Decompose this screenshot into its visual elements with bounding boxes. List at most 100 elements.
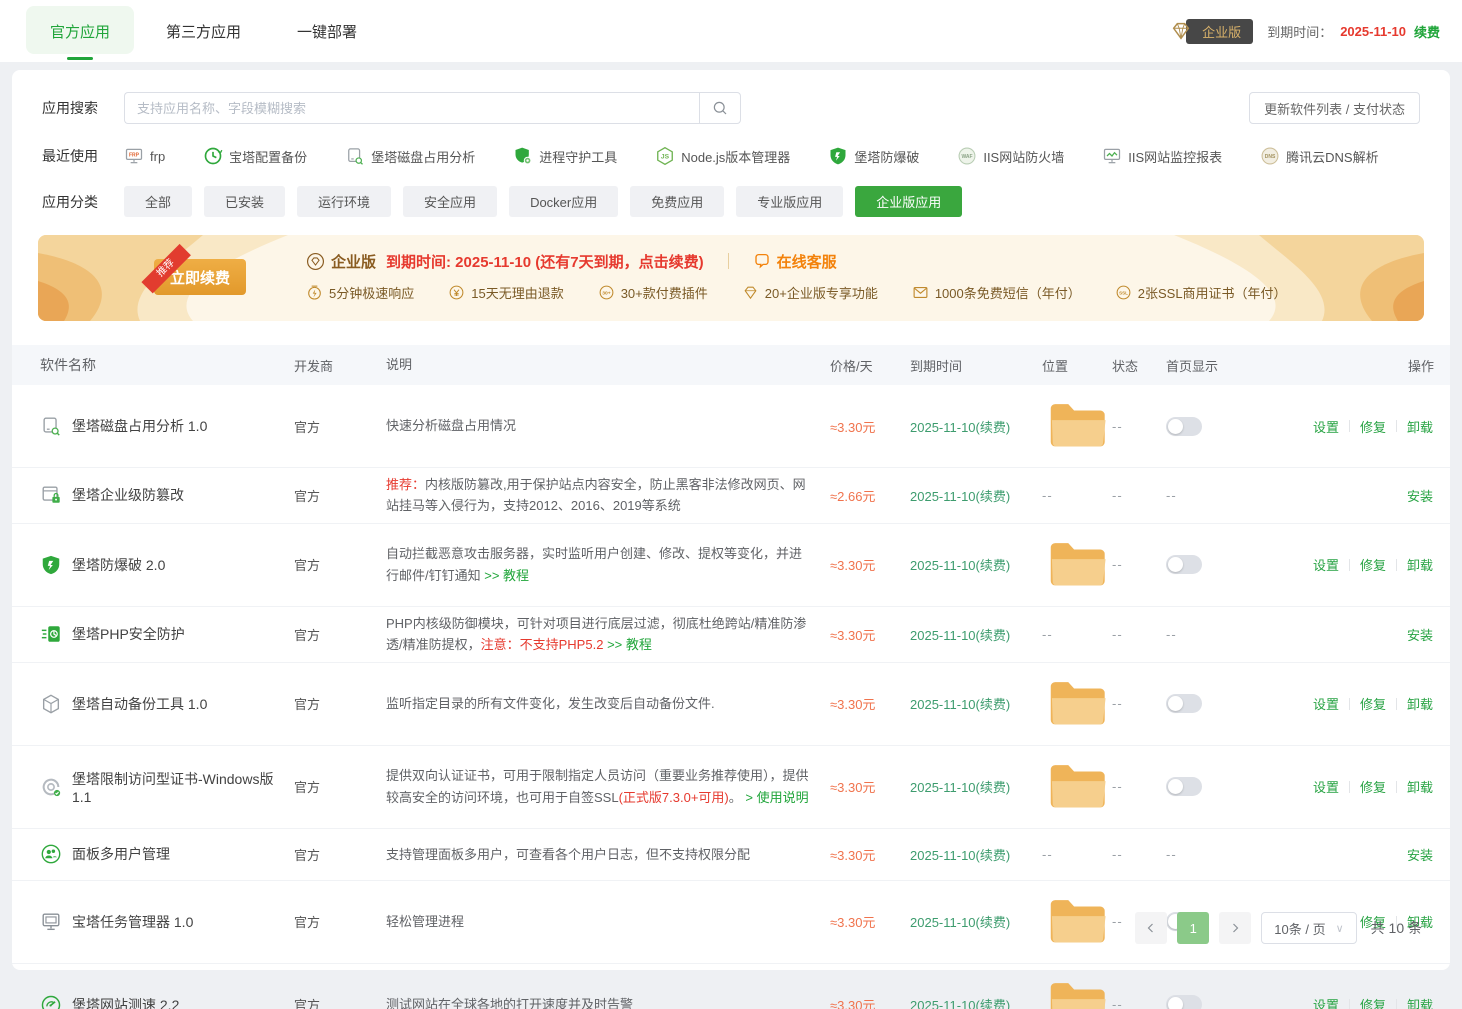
expiry-renew-link[interactable]: 2025-11-10(续费) xyxy=(910,848,1010,863)
tab-official-apps[interactable]: 官方应用 xyxy=(22,0,138,62)
app-name: 堡塔自动备份工具 1.0 xyxy=(72,694,207,714)
location-cell xyxy=(1042,669,1112,739)
install-link[interactable]: 安装 xyxy=(1406,486,1434,505)
description: 轻松管理进程 xyxy=(386,911,830,932)
recent-app-item[interactable]: WAFIIS网站防火墙 xyxy=(957,146,1064,166)
home-display-toggle[interactable] xyxy=(1166,694,1202,713)
shield-icon xyxy=(828,146,848,166)
table-row: 堡塔限制访问型证书-Windows版 1.1 官方 提供双向认证证书，可用于限制… xyxy=(12,746,1450,829)
home-display-toggle[interactable] xyxy=(1166,555,1202,574)
developer: 官方 xyxy=(294,694,386,713)
chevron-right-icon xyxy=(1229,922,1241,934)
settings-link[interactable]: 设置 xyxy=(1312,995,1340,1009)
folder-icon[interactable] xyxy=(1042,970,1112,1009)
settings-link[interactable]: 设置 xyxy=(1312,417,1340,436)
update-software-list-button[interactable]: 更新软件列表 / 支付状态 xyxy=(1249,92,1420,124)
repair-link[interactable]: 修复 xyxy=(1359,694,1387,713)
price-per-day: ≈3.30元 xyxy=(830,845,910,864)
settings-link[interactable]: 设置 xyxy=(1312,555,1340,574)
column-header: 软件名称 xyxy=(40,355,294,375)
expiry-renew-link[interactable]: 2025-11-10(续费) xyxy=(910,420,1010,435)
prev-page-button[interactable] xyxy=(1135,912,1167,944)
uninstall-link[interactable]: 卸载 xyxy=(1406,995,1434,1009)
home-display-toggle[interactable] xyxy=(1166,777,1202,796)
expiry-renew-link[interactable]: 2025-11-10(续费) xyxy=(910,998,1010,1009)
doc-link[interactable]: >> 教程 xyxy=(607,637,652,652)
doc-link[interactable]: > 使用说明 xyxy=(745,790,808,805)
home-display-toggle[interactable] xyxy=(1166,417,1202,436)
recent-app-item[interactable]: FRPfrp xyxy=(124,146,165,166)
category-label: 应用分类 xyxy=(42,192,124,212)
doc-link[interactable]: >> 教程 xyxy=(484,568,529,583)
banner-expire-text[interactable]: 到期时间: 2025-11-10 (还有7天到期，点击续费) xyxy=(386,251,704,272)
category-chip[interactable]: 全部 xyxy=(124,186,192,217)
diamond-circle-icon xyxy=(306,252,325,271)
plugins-icon: 30+ xyxy=(598,284,615,301)
column-header: 首页显示 xyxy=(1166,356,1306,375)
repair-link[interactable]: 修复 xyxy=(1359,777,1387,796)
developer: 官方 xyxy=(294,486,386,505)
home-display-toggle[interactable] xyxy=(1166,995,1202,1009)
location-cell xyxy=(1042,530,1112,600)
recent-app-item[interactable]: DNS腾讯云DNS解析 xyxy=(1260,146,1378,166)
recent-app-item[interactable]: IIS网站监控报表 xyxy=(1102,146,1222,166)
expiry-renew-link[interactable]: 2025-11-10(续费) xyxy=(910,489,1010,504)
users-icon xyxy=(40,843,62,865)
search-button[interactable] xyxy=(699,92,741,124)
folder-icon[interactable] xyxy=(1042,669,1112,739)
expiry-renew-link[interactable]: 2025-11-10(续费) xyxy=(910,915,1010,930)
actions-cell: 安装 xyxy=(1306,625,1434,644)
recent-app-item[interactable]: 宝塔配置备份 xyxy=(203,146,307,166)
task-manager-icon xyxy=(40,911,62,933)
tab-third-party-apps[interactable]: 第三方应用 xyxy=(138,0,269,62)
desc-text: 。 xyxy=(729,790,746,805)
next-page-button[interactable] xyxy=(1219,912,1251,944)
recent-app-item[interactable]: 堡塔磁盘占用分析 xyxy=(345,146,475,166)
settings-link[interactable]: 设置 xyxy=(1312,694,1340,713)
install-link[interactable]: 安装 xyxy=(1406,845,1434,864)
page-size-select[interactable]: 10条 / 页 ∨ xyxy=(1261,912,1356,944)
status-cell: -- xyxy=(1112,997,1166,1009)
recent-app-item[interactable]: JSNode.js版本管理器 xyxy=(655,146,790,166)
search-input[interactable] xyxy=(124,92,699,124)
uninstall-link[interactable]: 卸载 xyxy=(1406,417,1434,436)
folder-icon[interactable] xyxy=(1042,530,1112,600)
folder-icon[interactable] xyxy=(1042,887,1112,957)
repair-link[interactable]: 修复 xyxy=(1359,417,1387,436)
price-per-day: ≈3.30元 xyxy=(830,912,910,931)
diamond-outline-icon xyxy=(742,284,759,301)
app-store-panel: 应用搜索 更新软件列表 / 支付状态 最近使用 FRPfrp 宝塔配置备份 堡塔… xyxy=(12,70,1450,970)
online-support-link[interactable]: 在线客服 xyxy=(753,251,837,272)
category-chip[interactable]: 企业版应用 xyxy=(855,186,962,217)
category-chip[interactable]: 免费应用 xyxy=(630,186,724,217)
uninstall-link[interactable]: 卸载 xyxy=(1406,777,1434,796)
price-per-day: ≈3.30元 xyxy=(830,417,910,436)
actions-cell: 安装 xyxy=(1306,486,1434,505)
uninstall-link[interactable]: 卸载 xyxy=(1406,694,1434,713)
recent-app-item[interactable]: 进程守护工具 xyxy=(513,146,617,166)
category-chip[interactable]: Docker应用 xyxy=(509,186,618,217)
repair-link[interactable]: 修复 xyxy=(1359,555,1387,574)
category-chip[interactable]: 已安装 xyxy=(204,186,285,217)
repair-link[interactable]: 修复 xyxy=(1359,995,1387,1009)
column-header: 状态 xyxy=(1112,356,1166,375)
page-number-button[interactable]: 1 xyxy=(1177,912,1209,944)
settings-link[interactable]: 设置 xyxy=(1312,777,1340,796)
expiry-renew-link[interactable]: 2025-11-10(续费) xyxy=(910,697,1010,712)
category-chip[interactable]: 安全应用 xyxy=(403,186,497,217)
renew-link[interactable]: 续费 xyxy=(1414,22,1440,41)
svg-text:WAF: WAF xyxy=(962,154,973,160)
description: PHP内核级防御模块，可针对项目进行底层过滤，彻底杜绝跨站/精准防渗透/精准防提… xyxy=(386,613,830,656)
folder-icon[interactable] xyxy=(1042,391,1112,461)
install-link[interactable]: 安装 xyxy=(1406,625,1434,644)
expiry-renew-link[interactable]: 2025-11-10(续费) xyxy=(910,628,1010,643)
category-chip[interactable]: 运行环境 xyxy=(297,186,391,217)
category-chip[interactable]: 专业版应用 xyxy=(736,186,843,217)
expiry-renew-link[interactable]: 2025-11-10(续费) xyxy=(910,558,1010,573)
uninstall-link[interactable]: 卸载 xyxy=(1406,555,1434,574)
folder-icon[interactable] xyxy=(1042,752,1112,822)
recent-app-item[interactable]: 堡塔防爆破 xyxy=(828,146,919,166)
expiry-renew-link[interactable]: 2025-11-10(续费) xyxy=(910,780,1010,795)
tab-one-click-deploy[interactable]: 一键部署 xyxy=(269,0,385,62)
frp-icon: FRP xyxy=(124,146,144,166)
